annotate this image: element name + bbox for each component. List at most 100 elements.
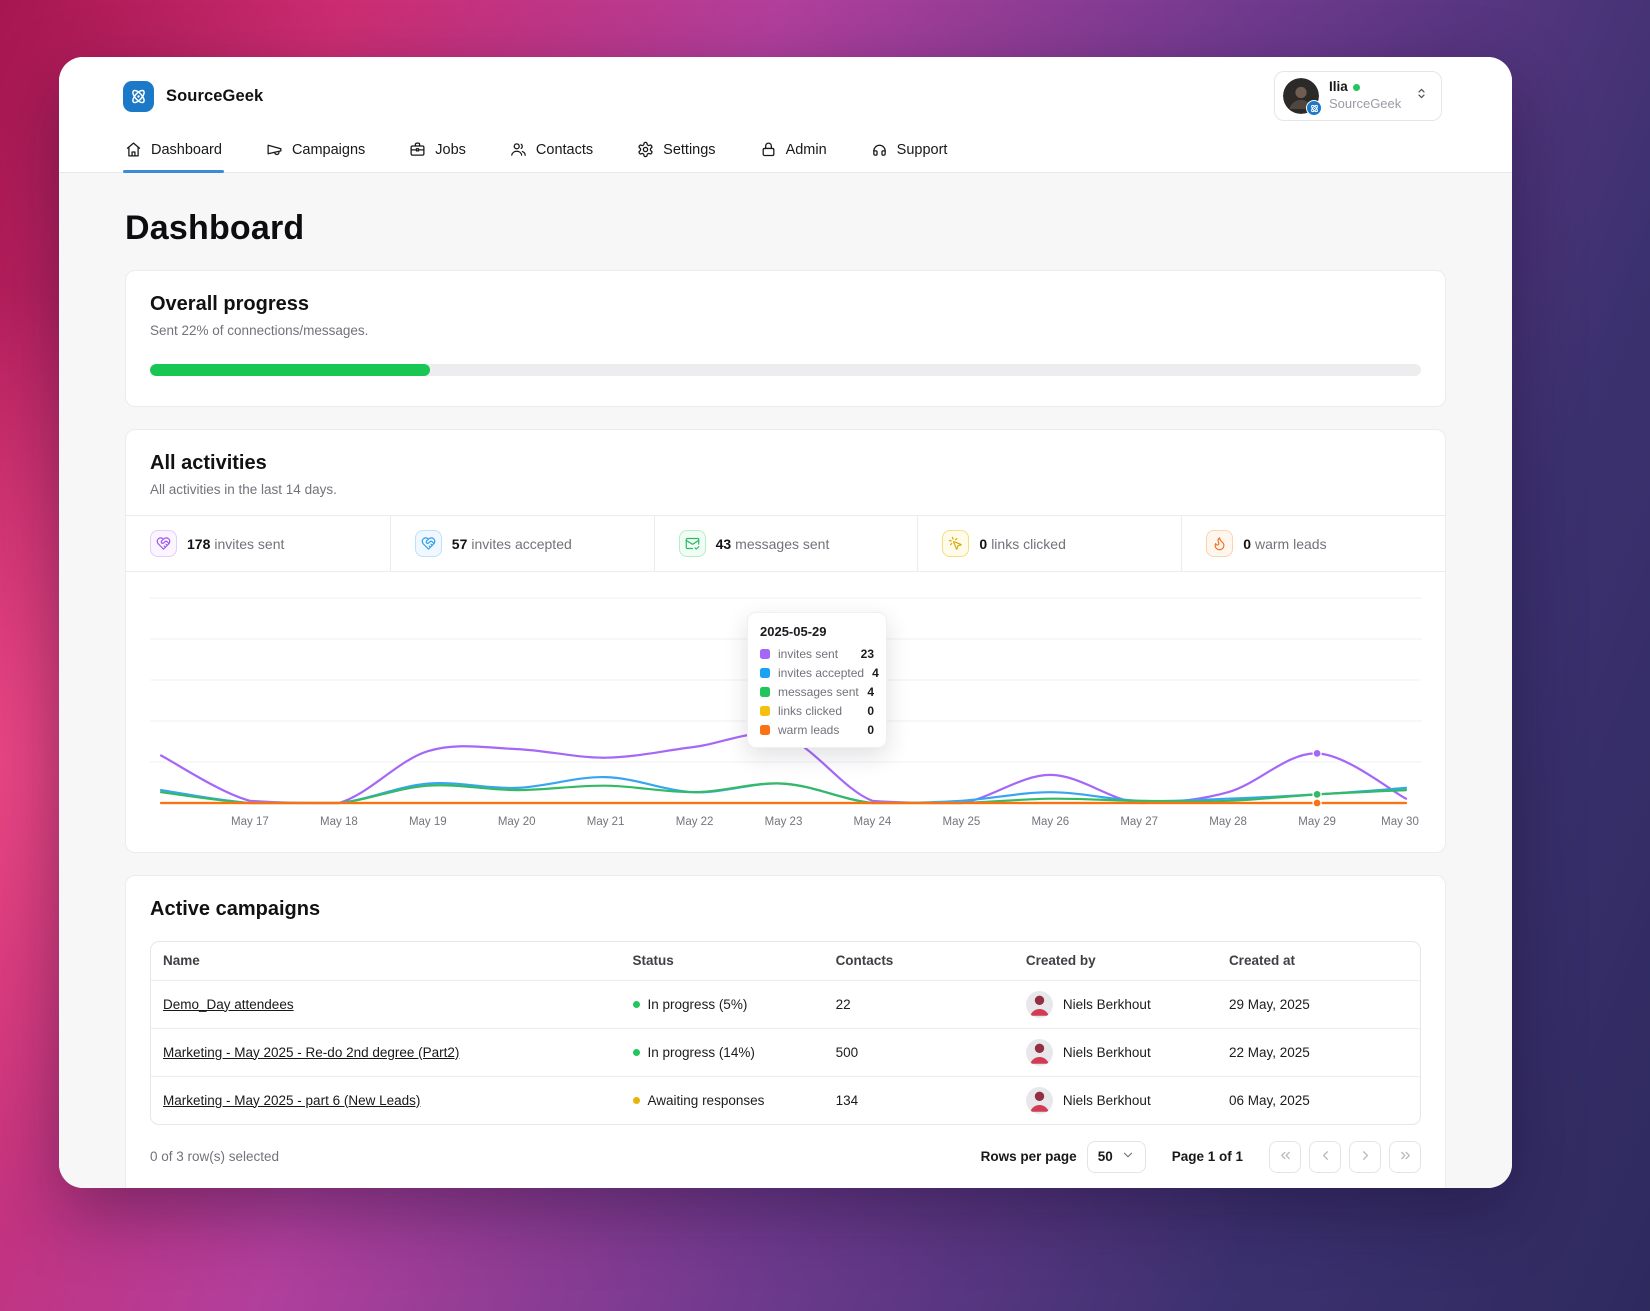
active-campaigns-title: Active campaigns bbox=[150, 898, 321, 920]
flame-icon bbox=[1206, 530, 1234, 557]
tab-label: Dashboard bbox=[151, 141, 222, 158]
brand-name: SourceGeek bbox=[166, 86, 264, 105]
tab-dashboard[interactable]: Dashboard bbox=[123, 139, 224, 173]
tab-label: Support bbox=[896, 141, 948, 158]
activity-chart: May 17 May 18 May 19 May 20 May 21 May 22 May … bbox=[126, 572, 1445, 852]
tab-support[interactable]: Support bbox=[869, 139, 950, 172]
contacts-count: 500 bbox=[823, 1027, 1014, 1076]
rows-per-page-select[interactable]: 50 bbox=[1086, 1140, 1146, 1173]
created-at: 22 May, 2025 bbox=[1216, 1027, 1420, 1076]
briefcase-icon bbox=[410, 142, 425, 156]
overall-progress-card: Overall progress Sent 22% of connections… bbox=[125, 270, 1446, 407]
contacts-count: 22 bbox=[823, 979, 1014, 1028]
tab-campaigns[interactable]: Campaigns bbox=[264, 139, 367, 172]
creator-avatar bbox=[1025, 1038, 1053, 1066]
app-window: SourceGeek Ilia SourceGeek Dashboard Cam… bbox=[59, 57, 1512, 1188]
pagination bbox=[1269, 1140, 1421, 1173]
chevrons-left-icon bbox=[1280, 1151, 1290, 1159]
created-by: Niels Berkhout bbox=[1025, 990, 1205, 1018]
svg-text:May 19: May 19 bbox=[409, 816, 447, 828]
mail-check-icon bbox=[685, 537, 699, 550]
column-header-name: Name bbox=[163, 953, 200, 969]
avatar bbox=[1283, 78, 1322, 116]
user-menu[interactable]: Ilia SourceGeek bbox=[1274, 71, 1442, 121]
mail-check-icon bbox=[678, 530, 706, 557]
svg-text:May 29: May 29 bbox=[1298, 816, 1336, 828]
tab-settings[interactable]: Settings bbox=[635, 139, 717, 172]
tab-admin[interactable]: Admin bbox=[758, 139, 829, 172]
creator-avatar bbox=[1025, 990, 1053, 1018]
lock-icon bbox=[762, 142, 775, 157]
chevrons-up-down-icon bbox=[1414, 86, 1429, 106]
overall-progress-title: Overall progress bbox=[150, 293, 309, 315]
user-company: SourceGeek bbox=[1329, 96, 1402, 112]
chevron-left-icon bbox=[1318, 1148, 1333, 1166]
campaign-name-link[interactable]: Demo_Day attendees bbox=[163, 997, 294, 1012]
chevron-down-icon bbox=[1121, 1148, 1135, 1165]
rows-per-page-value: 50 bbox=[1097, 1149, 1113, 1164]
created-by: Niels Berkhout bbox=[1025, 1086, 1205, 1114]
campaign-row[interactable]: Marketing - May 2025 - part 6 (New Leads… bbox=[151, 1075, 1420, 1124]
tab-label: Contacts bbox=[535, 141, 594, 158]
heart-handshake-icon bbox=[150, 530, 177, 557]
tab-label: Settings bbox=[663, 141, 716, 158]
campaign-name-link[interactable]: Marketing - May 2025 - part 6 (New Leads… bbox=[163, 1093, 420, 1108]
stat-text: 43 messages sent bbox=[715, 535, 830, 552]
chevrons-right-icon bbox=[1398, 1148, 1413, 1166]
activity-stats-row: 178 invites sent 57 invites accepted 43 messa… bbox=[126, 515, 1445, 572]
svg-text:May 26: May 26 bbox=[1031, 816, 1069, 828]
page-title: Dashboard bbox=[125, 209, 305, 247]
created-at: 29 May, 2025 bbox=[1216, 979, 1420, 1028]
prev-page-button[interactable] bbox=[1309, 1140, 1341, 1173]
atom-icon bbox=[1310, 104, 1318, 112]
chevrons-left-icon bbox=[1278, 1148, 1293, 1166]
chevron-down-icon bbox=[1123, 1152, 1132, 1158]
stat-invites-accepted: 57 invites accepted bbox=[389, 516, 654, 571]
top-bar: SourceGeek Ilia SourceGeek bbox=[59, 57, 1512, 121]
first-page-button[interactable] bbox=[1269, 1140, 1301, 1173]
flame-icon bbox=[1214, 537, 1225, 551]
rows-selected-text: 0 of 3 row(s) selected bbox=[150, 1149, 280, 1164]
chevron-right-icon bbox=[1362, 1150, 1368, 1160]
last-page-button[interactable] bbox=[1389, 1140, 1421, 1173]
table-footer: 0 of 3 row(s) selected Rows per page 50 … bbox=[126, 1125, 1445, 1189]
stat-text: 0 warm leads bbox=[1243, 535, 1327, 552]
campaign-row[interactable]: Marketing - May 2025 - Re-do 2nd degree … bbox=[151, 1027, 1420, 1076]
all-activities-subtitle: All activities in the last 14 days. bbox=[150, 482, 337, 497]
all-activities-card: All activities All activities in the las… bbox=[125, 429, 1446, 853]
stat-links-clicked: 0 links clicked bbox=[917, 516, 1181, 571]
created-by: Niels Berkhout bbox=[1025, 1038, 1205, 1066]
active-campaigns-card: Active campaigns Name Status Contacts Creat… bbox=[125, 875, 1446, 1188]
sourcegeek-logo-icon bbox=[123, 80, 154, 112]
chevron-left-icon bbox=[1322, 1150, 1328, 1160]
atom-icon bbox=[132, 89, 145, 103]
svg-text:May 20: May 20 bbox=[498, 816, 536, 828]
chevron-right-icon bbox=[1358, 1148, 1373, 1166]
next-page-button[interactable] bbox=[1349, 1140, 1381, 1173]
tooltip-rows: invites sent 23 invites accepted 4 messages … bbox=[760, 647, 879, 737]
svg-text:May 30: May 30 bbox=[1381, 816, 1419, 828]
tooltip-row: messages sent 4 bbox=[760, 685, 874, 699]
tab-label: Admin bbox=[785, 141, 827, 158]
stat-warm-leads: 0 warm leads bbox=[1181, 516, 1445, 571]
svg-text:May 22: May 22 bbox=[676, 816, 714, 828]
status-badge: In progress (14%) bbox=[632, 1045, 812, 1060]
campaign-row[interactable]: Demo_Day attendees In progress (5%) 22 Niel… bbox=[151, 979, 1420, 1028]
all-activities-title: All activities bbox=[150, 452, 267, 474]
user-meta: Ilia SourceGeek bbox=[1329, 79, 1404, 112]
column-header-created-by: Created by bbox=[1025, 953, 1096, 969]
tooltip-date: 2025-05-29 bbox=[760, 624, 827, 639]
stat-messages-sent: 43 messages sent bbox=[653, 516, 918, 571]
heart-handshake-icon bbox=[421, 537, 436, 550]
contacts-icon bbox=[511, 143, 526, 156]
svg-text:May 21: May 21 bbox=[587, 816, 625, 828]
mouse-pointer-click-icon bbox=[942, 530, 970, 557]
tab-jobs[interactable]: Jobs bbox=[407, 139, 468, 172]
tab-contacts[interactable]: Contacts bbox=[508, 139, 595, 172]
svg-text:May 27: May 27 bbox=[1120, 816, 1158, 828]
campaign-name-link[interactable]: Marketing - May 2025 - Re-do 2nd degree … bbox=[163, 1045, 459, 1060]
tooltip-row: links clicked 0 bbox=[760, 704, 874, 718]
contacts-count: 134 bbox=[823, 1075, 1014, 1124]
creator-avatar bbox=[1025, 1086, 1053, 1114]
status-badge: Awaiting responses bbox=[632, 1093, 812, 1108]
